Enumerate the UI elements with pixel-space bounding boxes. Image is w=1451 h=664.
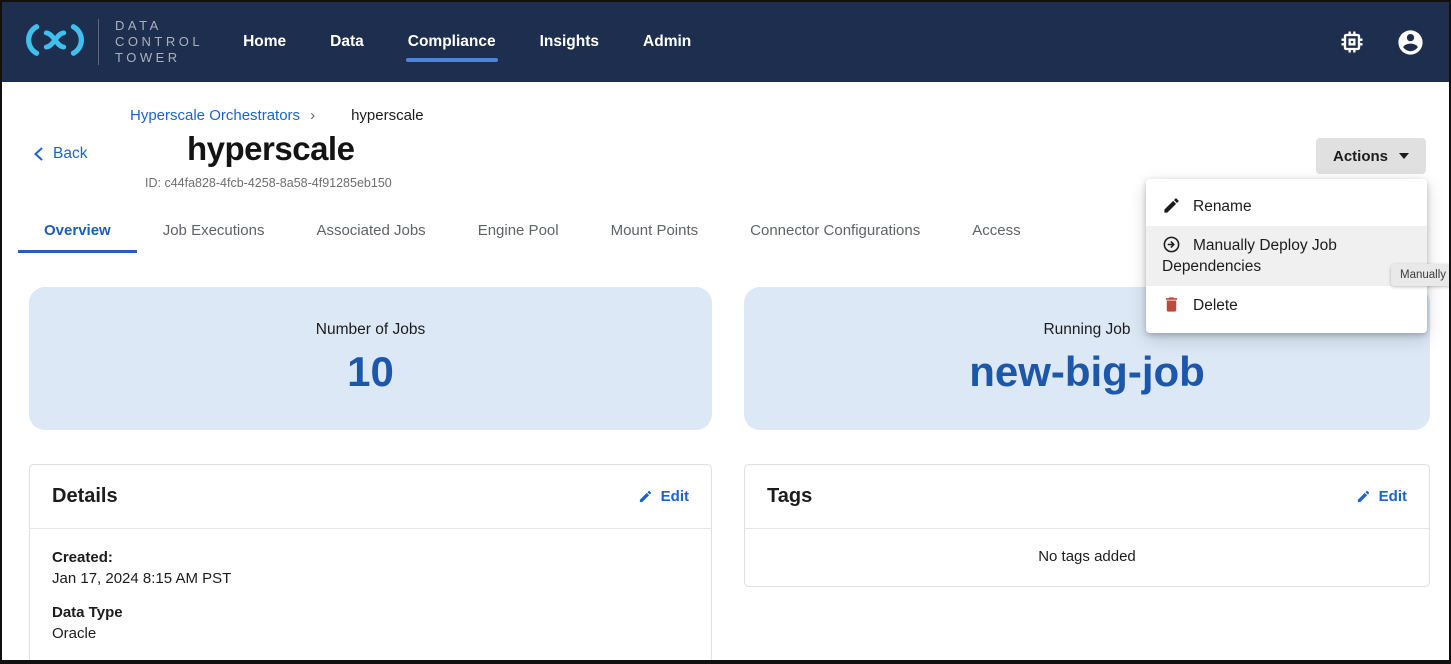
menu-item-label: Manually Deploy Job Dependencies bbox=[1162, 237, 1337, 275]
tags-panel-title: Tags bbox=[767, 485, 812, 508]
field-data-type: Data Type Oracle bbox=[52, 604, 689, 642]
stat-value: 10 bbox=[347, 348, 394, 396]
edit-label: Edit bbox=[661, 488, 689, 505]
pencil-icon bbox=[1356, 489, 1371, 504]
brand-text: DATA CONTROL TOWER bbox=[115, 18, 203, 66]
main-nav: Home Data Compliance Insights Admin bbox=[243, 33, 691, 51]
entity-id: ID: c44fa828-4fcb-4258-8a58-4f91285eb150 bbox=[145, 176, 392, 190]
tab-overview[interactable]: Overview bbox=[18, 214, 137, 253]
brand-line: DATA bbox=[115, 18, 203, 34]
brand-line: CONTROL bbox=[115, 34, 203, 50]
chevron-left-icon bbox=[32, 146, 44, 162]
pencil-icon bbox=[638, 489, 653, 504]
nav-item-admin[interactable]: Admin bbox=[643, 33, 691, 51]
tags-edit-button[interactable]: Edit bbox=[1356, 488, 1407, 505]
details-panel-body: Created: Jan 17, 2024 8:15 AM PST Data T… bbox=[30, 529, 711, 664]
back-label: Back bbox=[53, 145, 87, 163]
field-created: Created: Jan 17, 2024 8:15 AM PST bbox=[52, 549, 689, 587]
dct-logo[interactable]: DATA CONTROL TOWER bbox=[26, 18, 203, 66]
caret-down-icon bbox=[1399, 153, 1409, 159]
tags-panel-header: Tags Edit bbox=[745, 465, 1429, 529]
brand-line: TOWER bbox=[115, 50, 203, 66]
navbar-icons bbox=[1338, 28, 1425, 57]
deploy-circle-arrow-icon bbox=[1162, 235, 1181, 254]
menu-item-delete[interactable]: Delete bbox=[1146, 286, 1427, 325]
stat-label: Running Job bbox=[1043, 321, 1130, 339]
menu-item-tooltip: Manually D bbox=[1391, 264, 1451, 286]
tab-associated-jobs[interactable]: Associated Jobs bbox=[290, 214, 451, 253]
back-button[interactable]: Back bbox=[32, 145, 87, 163]
actions-button-label: Actions bbox=[1333, 148, 1388, 165]
tab-job-executions[interactable]: Job Executions bbox=[137, 214, 291, 253]
nav-item-compliance[interactable]: Compliance bbox=[408, 33, 496, 51]
tab-bar: Overview Job Executions Associated Jobs … bbox=[18, 214, 1047, 253]
menu-item-label: Delete bbox=[1193, 297, 1238, 314]
breadcrumb: Hyperscale Orchestrators › hyperscale bbox=[130, 107, 424, 124]
tags-empty-text: No tags added bbox=[745, 529, 1429, 584]
stat-label: Number of Jobs bbox=[316, 321, 425, 339]
field-label: Data Type bbox=[52, 604, 689, 621]
field-label: Created: bbox=[52, 549, 689, 566]
details-edit-button[interactable]: Edit bbox=[638, 488, 689, 505]
field-value: Jan 17, 2024 8:15 AM PST bbox=[52, 570, 689, 587]
tab-connector-configurations[interactable]: Connector Configurations bbox=[724, 214, 946, 253]
details-panel: Details Edit Created: Jan 17, 2024 8:15 … bbox=[29, 464, 712, 664]
page-title: hyperscale bbox=[187, 130, 354, 168]
trash-icon bbox=[1162, 295, 1181, 314]
number-of-jobs-card: Number of Jobs 10 bbox=[29, 287, 712, 430]
top-navbar: DATA CONTROL TOWER Home Data Compliance … bbox=[2, 2, 1449, 82]
tab-engine-pool[interactable]: Engine Pool bbox=[452, 214, 585, 253]
actions-button[interactable]: Actions bbox=[1316, 138, 1426, 174]
chevron-right-icon: › bbox=[310, 107, 315, 124]
pencil-icon bbox=[1162, 196, 1181, 215]
nav-item-data[interactable]: Data bbox=[330, 33, 364, 51]
app-window: DATA CONTROL TOWER Home Data Compliance … bbox=[0, 0, 1451, 664]
breadcrumb-parent-link[interactable]: Hyperscale Orchestrators bbox=[130, 107, 300, 124]
tab-access[interactable]: Access bbox=[946, 214, 1046, 253]
tags-panel: Tags Edit No tags added bbox=[744, 464, 1430, 587]
nav-item-home[interactable]: Home bbox=[243, 33, 286, 51]
tab-mount-points[interactable]: Mount Points bbox=[585, 214, 725, 253]
field-value: Oracle bbox=[52, 625, 689, 642]
menu-item-rename[interactable]: Rename bbox=[1146, 187, 1427, 226]
nav-item-insights[interactable]: Insights bbox=[540, 33, 599, 51]
logo-divider bbox=[98, 19, 99, 65]
account-icon[interactable] bbox=[1396, 28, 1425, 57]
actions-dropdown-menu: Rename Manually Deploy Job Dependencies … bbox=[1146, 179, 1427, 333]
details-panel-header: Details Edit bbox=[30, 465, 711, 529]
dct-logo-icon bbox=[26, 20, 84, 65]
menu-item-label: Rename bbox=[1193, 198, 1252, 215]
details-panel-title: Details bbox=[52, 485, 118, 508]
operations-chip-icon[interactable] bbox=[1338, 28, 1366, 56]
stat-value: new-big-job bbox=[969, 348, 1205, 396]
breadcrumb-current: hyperscale bbox=[351, 107, 424, 124]
menu-item-manually-deploy[interactable]: Manually Deploy Job Dependencies bbox=[1146, 226, 1427, 286]
edit-label: Edit bbox=[1379, 488, 1407, 505]
